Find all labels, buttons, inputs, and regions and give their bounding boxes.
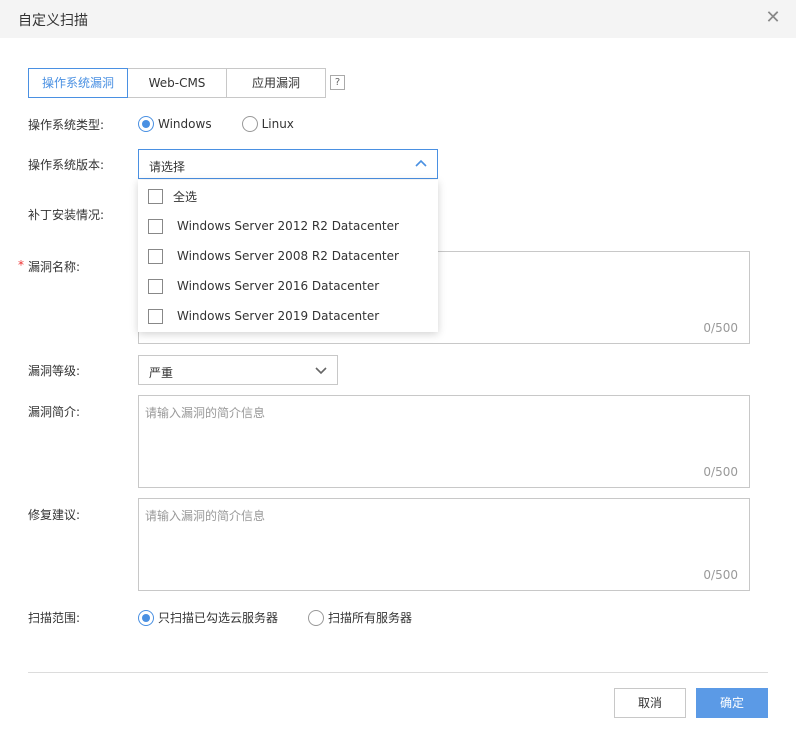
chevron-up-icon	[415, 159, 427, 167]
cancel-button[interactable]: 取消	[614, 688, 686, 718]
dropdown-option-select-all[interactable]: 全选	[138, 181, 438, 211]
fix-advice-textarea[interactable]: 请输入漏洞的简介信息 0/500	[138, 498, 750, 591]
patch-status-label: 补丁安装情况:	[28, 208, 105, 222]
vuln-level-label: 漏洞等级:	[28, 364, 81, 378]
tab-app-vuln[interactable]: 应用漏洞	[226, 68, 326, 98]
scan-scope-label: 扫描范围:	[28, 611, 81, 625]
radio-checked-icon	[138, 609, 154, 626]
checkbox-icon[interactable]	[148, 188, 163, 204]
dialog-header: 自定义扫描 ✕	[0, 0, 796, 38]
dropdown-option-2019[interactable]: Windows Server 2019 Datacenter	[138, 301, 438, 331]
char-counter: 0/500	[703, 465, 738, 479]
dialog-title: 自定义扫描	[18, 13, 88, 29]
dropdown-option-2008r2[interactable]: Windows Server 2008 R2 Datacenter	[138, 241, 438, 271]
option-label: 全选	[173, 189, 198, 204]
fix-advice-label: 修复建议:	[28, 508, 81, 522]
close-icon[interactable]: ✕	[764, 8, 782, 28]
dropdown-option-2012r2[interactable]: Windows Server 2012 R2 Datacenter	[138, 211, 438, 241]
os-version-select[interactable]: 请选择	[138, 149, 438, 179]
radio-checked-icon	[138, 116, 154, 132]
custom-scan-dialog: 自定义扫描 ✕ 操作系统漏洞 Web-CMS 应用漏洞 ? 操作系统类型: Wi…	[0, 0, 796, 732]
checkbox-icon[interactable]	[148, 218, 163, 234]
os-version-label: 操作系统版本:	[28, 158, 105, 172]
vuln-desc-label: 漏洞简介:	[28, 405, 81, 419]
option-label: Windows Server 2019 Datacenter	[177, 309, 380, 323]
radio-linux-label: Linux	[261, 117, 294, 131]
char-counter: 0/500	[703, 321, 738, 335]
radio-scan-all-label: 扫描所有服务器	[328, 611, 413, 625]
radio-windows-label: Windows	[158, 117, 212, 131]
vuln-level-select[interactable]: 严重	[138, 355, 338, 385]
option-label: Windows Server 2012 R2 Datacenter	[177, 219, 399, 233]
radio-linux[interactable]: Linux	[241, 116, 294, 132]
footer-divider	[28, 672, 768, 673]
confirm-button[interactable]: 确定	[696, 688, 768, 718]
vuln-desc-textarea[interactable]: 请输入漏洞的简介信息 0/500	[138, 395, 750, 488]
vuln-level-value: 严重	[149, 366, 174, 380]
checkbox-icon[interactable]	[148, 308, 163, 324]
radio-windows[interactable]: Windows	[138, 116, 212, 132]
radio-scan-selected[interactable]: 只扫描已勾选云服务器	[138, 609, 278, 626]
help-icon[interactable]: ?	[330, 75, 345, 90]
required-mark: *	[18, 258, 24, 272]
option-label: Windows Server 2016 Datacenter	[177, 279, 380, 293]
char-counter: 0/500	[703, 568, 738, 582]
option-label: Windows Server 2008 R2 Datacenter	[177, 249, 399, 263]
scan-type-tabs: 操作系统漏洞 Web-CMS 应用漏洞	[28, 68, 326, 98]
radio-scan-selected-label: 只扫描已勾选云服务器	[158, 611, 279, 625]
os-version-placeholder: 请选择	[149, 160, 186, 174]
os-version-dropdown: 全选 Windows Server 2012 R2 Datacenter Win…	[138, 180, 438, 332]
radio-unchecked-icon	[308, 609, 325, 626]
chevron-down-icon	[315, 367, 327, 375]
textarea-placeholder: 请输入漏洞的简介信息	[145, 406, 266, 420]
scan-scope-radio-group: 只扫描已勾选云服务器 扫描所有服务器	[138, 609, 442, 626]
dropdown-option-2016[interactable]: Windows Server 2016 Datacenter	[138, 271, 438, 301]
textarea-placeholder: 请输入漏洞的简介信息	[145, 509, 266, 523]
checkbox-icon[interactable]	[148, 248, 163, 264]
checkbox-icon[interactable]	[148, 278, 163, 294]
tab-os-vuln[interactable]: 操作系统漏洞	[28, 68, 128, 98]
vuln-name-label: 漏洞名称:	[28, 260, 81, 274]
tab-web-cms[interactable]: Web-CMS	[127, 68, 227, 98]
radio-unchecked-icon	[241, 116, 258, 132]
os-type-label: 操作系统类型:	[28, 118, 105, 132]
radio-scan-all[interactable]: 扫描所有服务器	[308, 609, 412, 626]
os-type-radio-group: Windows Linux	[138, 116, 324, 132]
